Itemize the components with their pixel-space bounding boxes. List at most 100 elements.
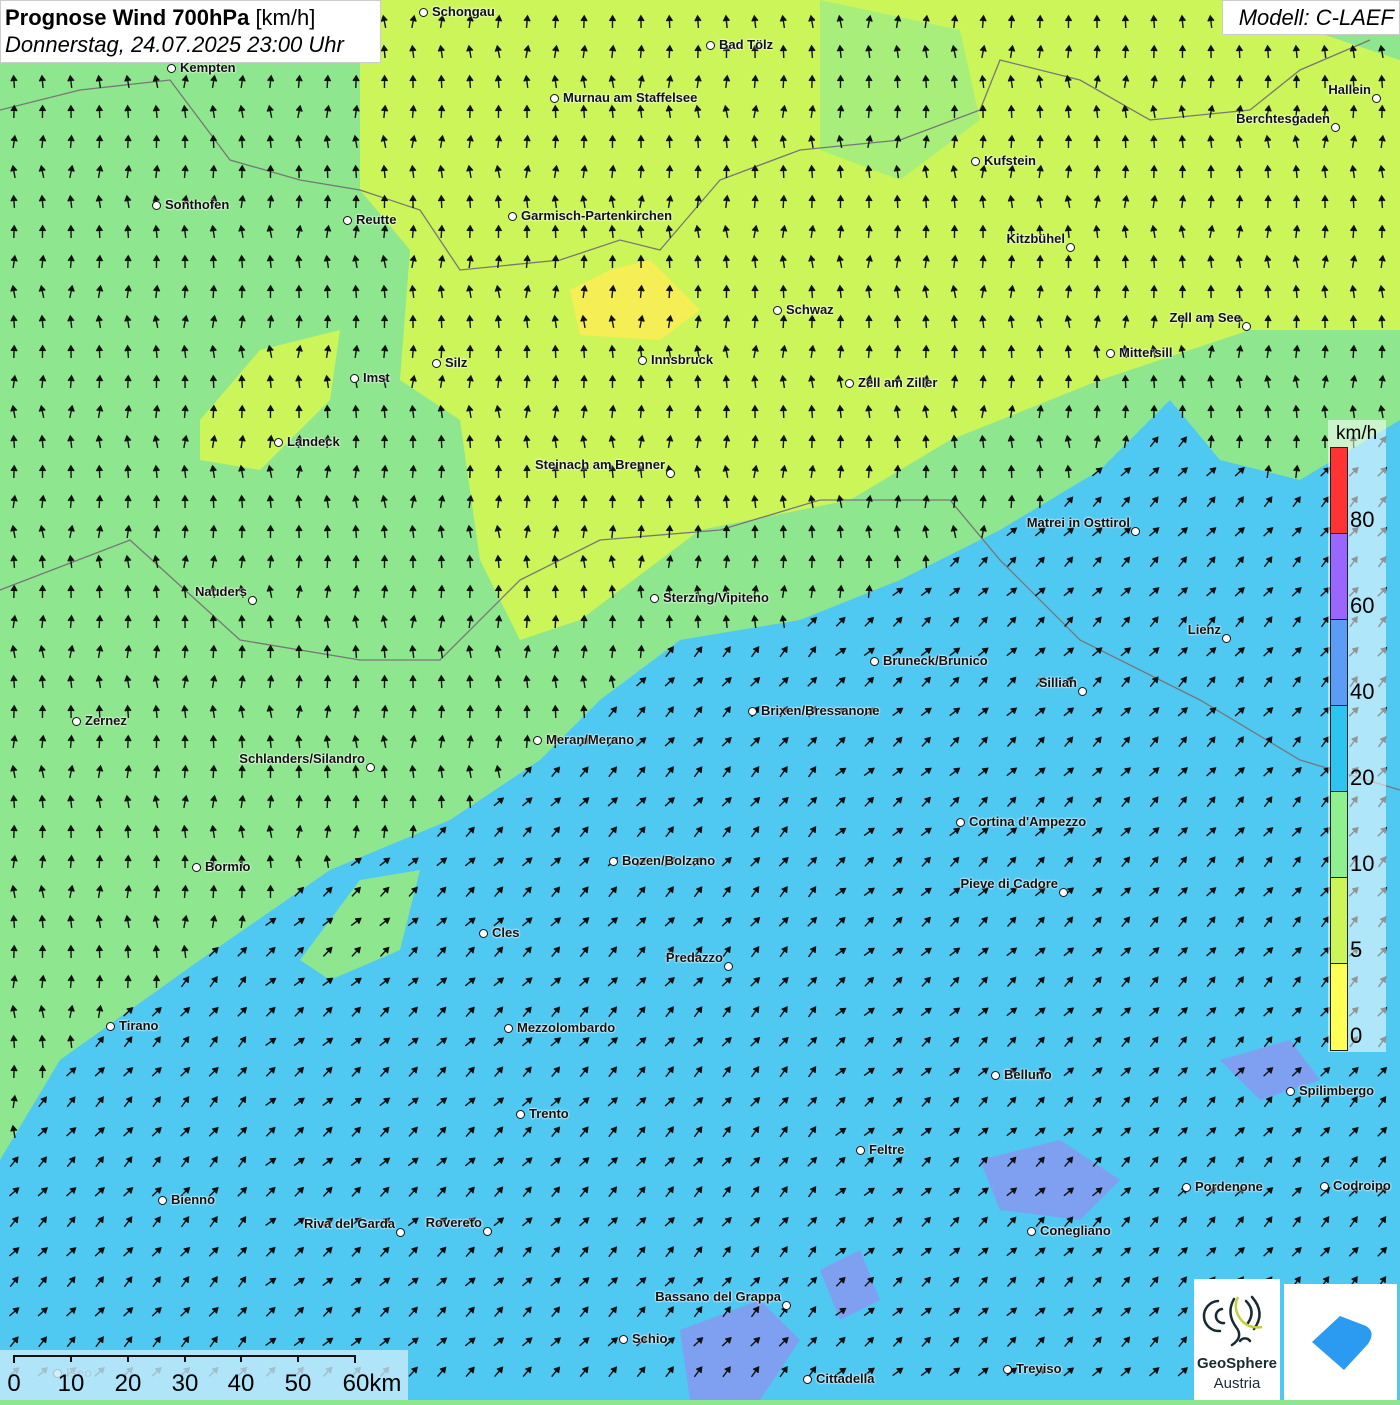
city-label: Feltre xyxy=(869,1142,905,1157)
city-label: Cittadella xyxy=(816,1371,875,1386)
city-label: Conegliano xyxy=(1040,1223,1111,1238)
city-marker[interactable] xyxy=(419,8,428,17)
forecast-datetime: Donnerstag, 24.07.2025 23:00 Uhr xyxy=(5,32,344,57)
city-label: Steinach am Brenner xyxy=(534,457,665,472)
city-label: Schio xyxy=(632,1331,668,1346)
city-marker[interactable] xyxy=(1106,349,1115,358)
city-label: Cortina d'Ampezzo xyxy=(969,814,1087,829)
city-marker[interactable] xyxy=(782,1301,791,1310)
city-marker[interactable] xyxy=(516,1110,525,1119)
city-marker[interactable] xyxy=(609,857,618,866)
scale-label: 30 xyxy=(171,1370,199,1397)
scale-label: 60km xyxy=(342,1370,402,1397)
city-marker[interactable] xyxy=(366,763,375,772)
city-label: Bormio xyxy=(205,859,251,874)
city-marker[interactable] xyxy=(1320,1182,1329,1191)
city-label: Hallein xyxy=(1328,82,1371,97)
legend-label: 40 xyxy=(1350,679,1375,704)
legend-swatch xyxy=(1330,963,1348,1051)
city-label: Mezzolombardo xyxy=(517,1020,616,1035)
city-label: Treviso xyxy=(1016,1361,1062,1376)
city-marker[interactable] xyxy=(748,707,757,716)
geosphere-text-1: GeoSphere xyxy=(1196,1355,1278,1372)
city-label: Kitzbühel xyxy=(1006,231,1066,246)
city-marker[interactable] xyxy=(248,596,257,605)
city-marker[interactable] xyxy=(1182,1183,1191,1192)
legend-unit: km/h xyxy=(1336,423,1378,444)
city-marker[interactable] xyxy=(1066,243,1075,252)
city-marker[interactable] xyxy=(666,469,675,478)
city-marker[interactable] xyxy=(956,818,965,827)
city-label: Riva del Garda xyxy=(303,1216,395,1231)
city-marker[interactable] xyxy=(706,41,715,50)
city-marker[interactable] xyxy=(724,962,733,971)
city-label: Schwaz xyxy=(786,302,834,317)
city-marker[interactable] xyxy=(158,1196,167,1205)
city-marker[interactable] xyxy=(1372,94,1381,103)
city-label: Predazzo xyxy=(665,950,723,965)
city-marker[interactable] xyxy=(773,306,782,315)
city-marker[interactable] xyxy=(350,374,359,383)
city-marker[interactable] xyxy=(870,657,879,666)
city-marker[interactable] xyxy=(533,736,542,745)
scale-bar: 0 10 20 30 40 50 60km xyxy=(0,1350,408,1400)
city-label: Schlanders/Silandro xyxy=(239,751,365,766)
city-label: Belluno xyxy=(1004,1067,1052,1082)
city-marker[interactable] xyxy=(106,1022,115,1031)
city-marker[interactable] xyxy=(192,863,201,872)
city-marker[interactable] xyxy=(1059,888,1068,897)
legend-swatch xyxy=(1330,877,1348,964)
scale-label: 10 xyxy=(57,1370,85,1397)
city-marker[interactable] xyxy=(504,1024,513,1033)
city-marker[interactable] xyxy=(971,157,980,166)
city-label: Zernez xyxy=(85,713,127,728)
scale-label: 50 xyxy=(284,1370,312,1397)
city-marker[interactable] xyxy=(550,94,559,103)
legend-swatch xyxy=(1330,447,1348,534)
city-label: Garmisch-Partenkirchen xyxy=(521,208,673,223)
color-legend: km/h 80 60 40 20 10 5 0 xyxy=(1328,420,1386,1052)
legend-label: 0 xyxy=(1350,1023,1363,1048)
title-box: Prognose Wind 700hPa [km/h] Donnerstag, … xyxy=(0,0,381,63)
city-marker[interactable] xyxy=(991,1071,1000,1080)
city-marker[interactable] xyxy=(1131,527,1140,536)
city-marker[interactable] xyxy=(1331,123,1340,132)
city-label: Imst xyxy=(363,370,390,385)
city-marker[interactable] xyxy=(432,359,441,368)
city-marker[interactable] xyxy=(152,201,161,210)
city-marker[interactable] xyxy=(845,379,854,388)
city-marker[interactable] xyxy=(396,1228,405,1237)
city-marker[interactable] xyxy=(650,594,659,603)
city-marker[interactable] xyxy=(479,929,488,938)
city-marker[interactable] xyxy=(1003,1365,1012,1374)
city-label: Mittersill xyxy=(1119,345,1173,360)
city-marker[interactable] xyxy=(483,1227,492,1236)
city-label: Sterzing/Vipiteno xyxy=(663,590,769,605)
scale-label: 20 xyxy=(114,1370,142,1397)
city-label: Zell am See xyxy=(1169,310,1241,325)
city-marker[interactable] xyxy=(1222,634,1231,643)
city-marker[interactable] xyxy=(856,1146,865,1155)
city-marker[interactable] xyxy=(1286,1087,1295,1096)
geosphere-austria-logo[interactable]: GeoSphere Austria xyxy=(1194,1279,1280,1400)
legend-swatch xyxy=(1330,791,1348,878)
city-label: Bad Tölz xyxy=(719,37,774,52)
city-marker[interactable] xyxy=(1242,322,1251,331)
app-logo[interactable] xyxy=(1284,1284,1397,1400)
city-label: Lienz xyxy=(1187,622,1221,637)
city-label: Bienno xyxy=(171,1192,216,1207)
city-label: Nauders xyxy=(194,584,247,599)
city-label: Pordenone xyxy=(1195,1179,1263,1194)
city-marker[interactable] xyxy=(343,216,352,225)
city-marker[interactable] xyxy=(508,212,517,221)
city-marker[interactable] xyxy=(619,1335,628,1344)
house-cloud-icon xyxy=(1312,1316,1372,1370)
city-label: Sillian xyxy=(1038,675,1077,690)
city-marker[interactable] xyxy=(638,356,647,365)
city-marker[interactable] xyxy=(1027,1227,1036,1236)
city-marker[interactable] xyxy=(803,1375,812,1384)
city-marker[interactable] xyxy=(274,438,283,447)
city-marker[interactable] xyxy=(72,717,81,726)
city-marker[interactable] xyxy=(167,64,176,73)
city-marker[interactable] xyxy=(1078,687,1087,696)
